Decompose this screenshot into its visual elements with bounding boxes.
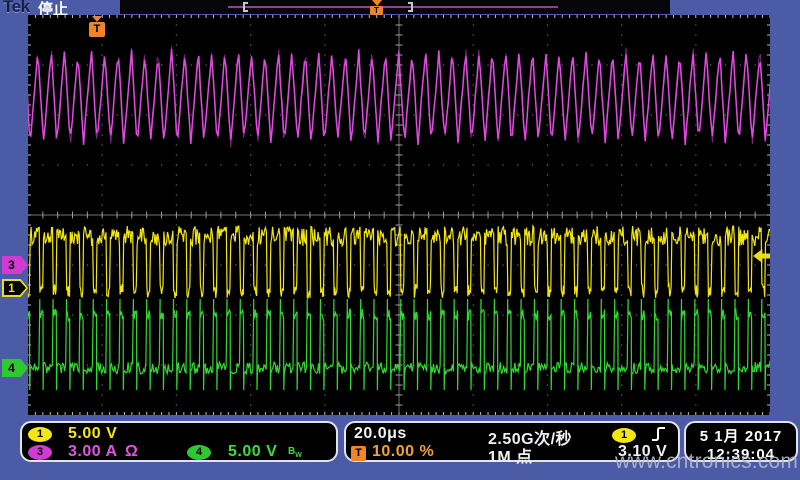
channel1-scale[interactable]: 5.00 V — [68, 425, 117, 443]
trigger-flag-letter: T — [370, 6, 383, 15]
date-readout[interactable]: 5 1月 2017 — [686, 425, 796, 446]
oscilloscope-screen: Tek 停止 T T 3 1 4 1 5.00 V 3 3 — [0, 0, 800, 480]
channel3-scale[interactable]: 3.00 A — [68, 443, 118, 461]
trigger-position-marker[interactable]: T — [89, 16, 105, 37]
record-length-readout[interactable]: 1M 点 — [488, 443, 533, 467]
rising-edge-icon — [650, 426, 668, 442]
watermark: www.cntronics.com — [615, 450, 798, 474]
acquisition-overview-bar[interactable]: T — [120, 0, 670, 14]
trigger-marker-letter: T — [89, 22, 105, 37]
graticule — [28, 15, 770, 415]
bandwidth-limit-icon: BW — [288, 446, 302, 459]
timebase-readout[interactable]: 20.0μs — [354, 425, 407, 443]
channel-readout-box: 1 5.00 V 3 3.00 A Ω 4 5.00 V BW — [20, 421, 338, 462]
channel4-zero-marker[interactable]: 4 — [2, 359, 28, 377]
trigger-position-icon[interactable]: T — [370, 0, 383, 15]
tek-logo: Tek — [3, 0, 30, 17]
record-length-line — [228, 6, 558, 8]
channel1-marker-label: 1 — [2, 279, 21, 297]
channel4-marker-label: 4 — [2, 359, 21, 377]
window-bracket-right — [408, 2, 413, 12]
trigger-position-badge[interactable]: T — [351, 446, 366, 461]
waveform-display — [28, 15, 770, 415]
channel3-zero-marker[interactable]: 3 — [2, 256, 28, 274]
window-bracket-left — [243, 2, 248, 12]
channel3-coupling[interactable]: Ω — [125, 443, 138, 461]
trigger-source-badge[interactable]: 1 — [612, 428, 636, 443]
channel4-scale[interactable]: 5.00 V — [228, 443, 277, 461]
channel1-zero-marker[interactable]: 1 — [2, 279, 28, 297]
channel3-marker-label: 3 — [2, 256, 21, 274]
channel3-badge[interactable]: 3 — [28, 445, 52, 460]
trigger-position-readout[interactable]: 10.00 % — [372, 443, 434, 461]
channel4-badge[interactable]: 4 — [187, 445, 211, 460]
channel1-badge[interactable]: 1 — [28, 427, 52, 442]
